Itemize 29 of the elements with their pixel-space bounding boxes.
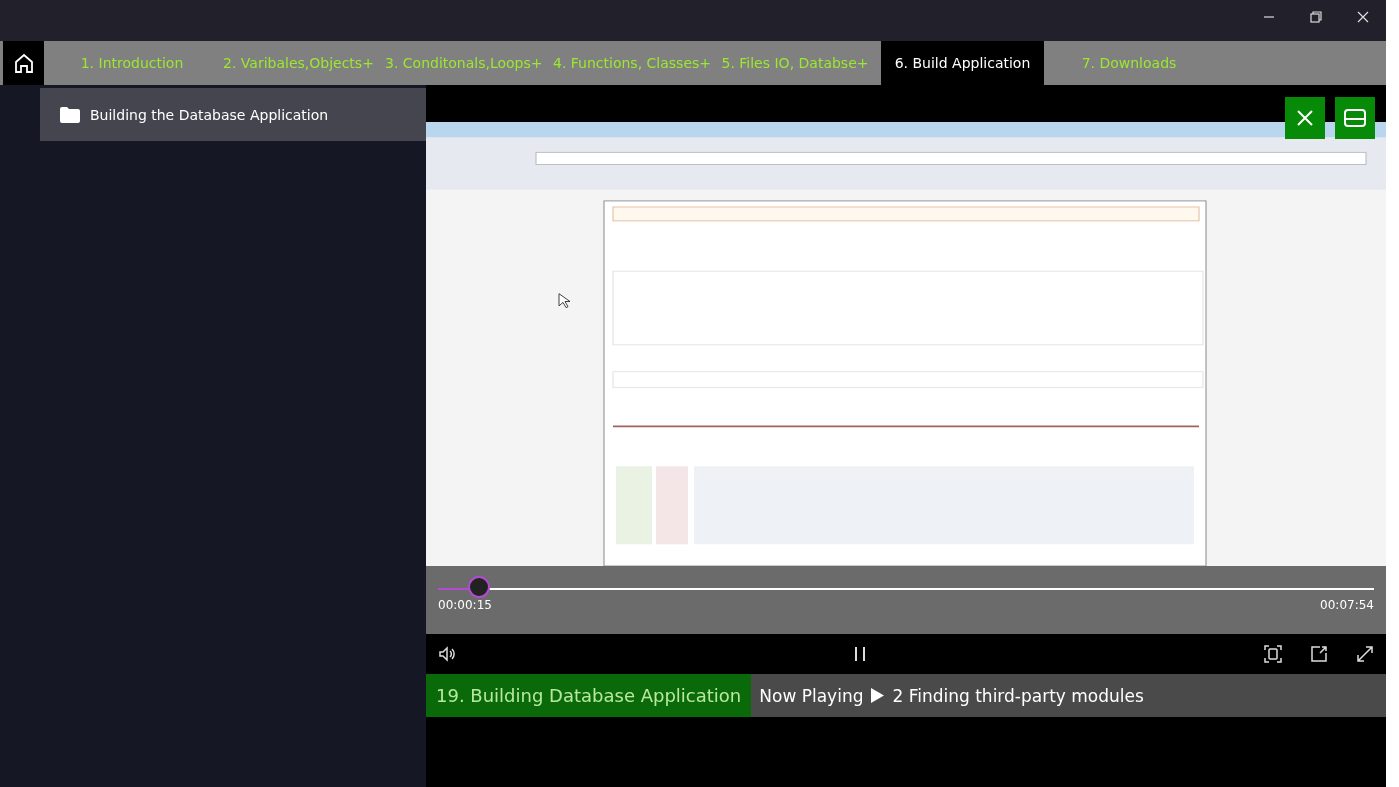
nav-tab[interactable]: 7. Downloads [1044, 41, 1214, 85]
home-icon [12, 52, 35, 74]
nav-tab[interactable]: 2. Varibales,Objects+ [213, 41, 375, 85]
sidebar-item[interactable]: Building the Database Application [40, 88, 426, 141]
restore-icon [1309, 11, 1322, 23]
nav-tab[interactable]: 4. Functions, Classes+ [543, 41, 709, 85]
nav-tab[interactable]: 5. Files IO, Databse+ [709, 41, 881, 85]
fullscreen-icon[interactable] [1356, 645, 1374, 663]
total-time: 00:07:54 [1320, 598, 1374, 612]
fit-screen-icon[interactable] [1264, 645, 1282, 663]
close-icon [1296, 109, 1314, 127]
folder-icon [60, 106, 80, 123]
now-playing-title: 2 Finding third-party modules [892, 685, 1144, 706]
close-button[interactable] [1285, 97, 1325, 139]
progress-thumb[interactable] [468, 576, 491, 598]
pause-icon[interactable] [852, 646, 868, 662]
volume-icon[interactable] [438, 646, 456, 662]
nav-tab[interactable]: 3. Conditonals,Loops+ [375, 41, 543, 85]
close-icon [1356, 11, 1369, 23]
chapter-title: 19. Building Database Application [426, 674, 752, 717]
play-icon [871, 688, 885, 703]
home-button[interactable] [3, 41, 44, 85]
sidebar-item-label: Building the Database Application [90, 106, 329, 123]
panel-icon [1344, 109, 1366, 127]
elapsed-time: 00:00:15 [438, 598, 492, 612]
now-playing-label: Now Playing [759, 685, 864, 706]
nav-tab[interactable]: 1. Introduction [51, 41, 213, 85]
nav-tab[interactable]: 6. Build Application [881, 41, 1044, 85]
layout-button[interactable] [1335, 97, 1375, 139]
